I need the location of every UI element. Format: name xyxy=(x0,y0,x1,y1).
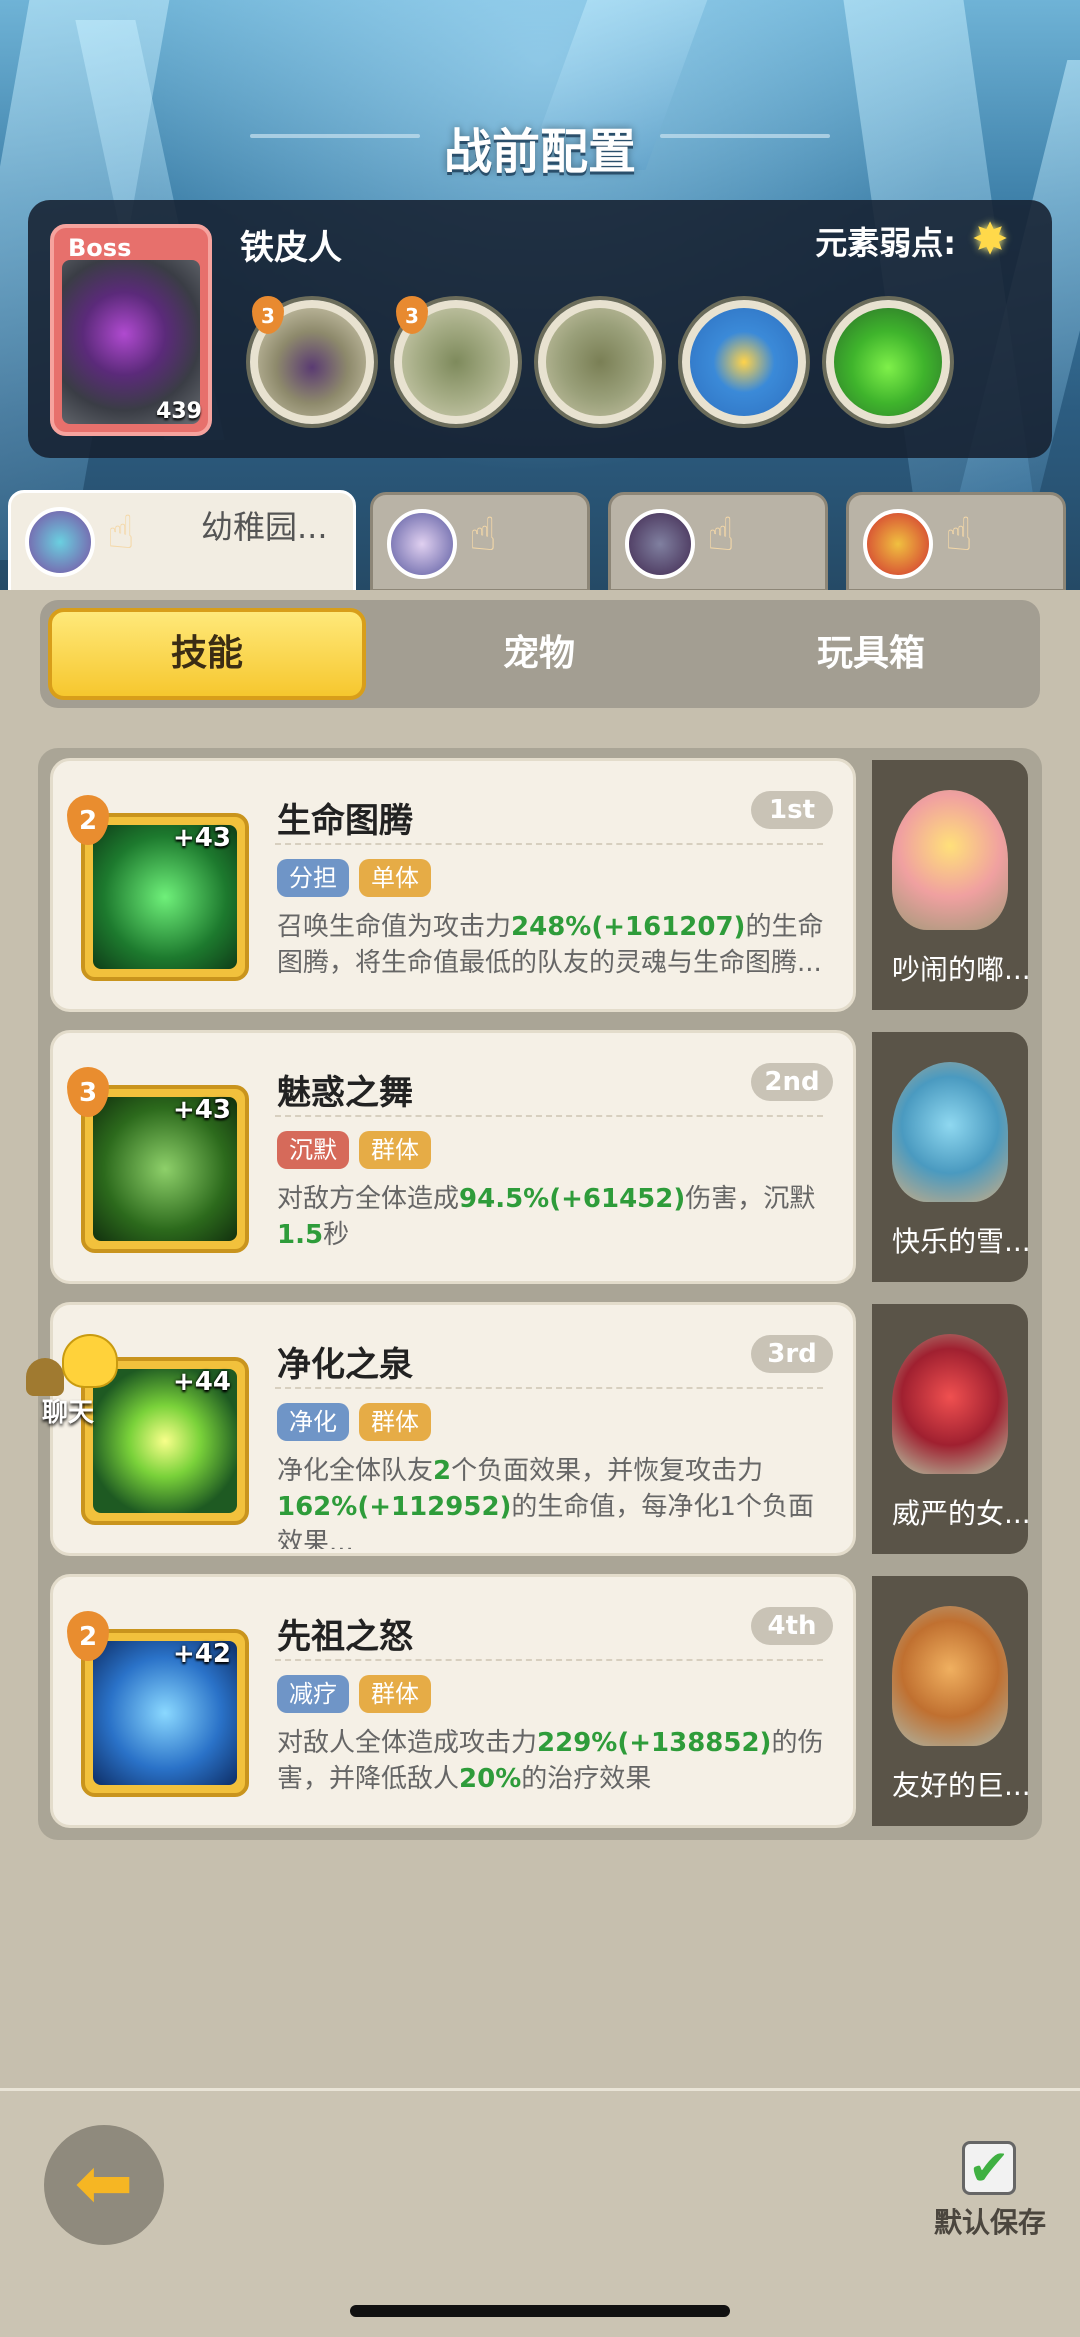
pet-card-2[interactable]: 快乐的雪... xyxy=(872,1032,1031,1282)
pet-name: 吵闹的嘟... xyxy=(892,953,1031,986)
page-title: 战前配置 xyxy=(443,124,636,180)
hand-point-icon: ☝ xyxy=(707,507,736,561)
skill-tag: 单体 xyxy=(359,859,431,897)
skill-title: 先祖之怒 xyxy=(277,1617,413,1657)
mossy-body-icon[interactable] xyxy=(538,300,662,424)
home-indicator xyxy=(350,2305,730,2317)
skill-bonus: +44 xyxy=(173,1367,231,1397)
team-tab-1[interactable]: ☝ 幼稚园... xyxy=(8,490,356,590)
skill-description: 召唤生命值为攻击力248%(+161207)的生命图腾，将生命值最低的队友的灵魂… xyxy=(277,912,824,978)
team-avatar xyxy=(25,507,95,577)
boss-portrait-card[interactable]: Boss 439 xyxy=(50,224,212,436)
pet-name: 快乐的雪... xyxy=(892,1225,1031,1258)
skill-tag: 群体 xyxy=(359,1675,431,1713)
default-save-checkbox[interactable]: ✔ xyxy=(962,2141,1016,2195)
team-avatar xyxy=(625,509,695,579)
skill-description: 净化全体队友2个负面效果，并恢复攻击力162%(+112952)的生命值，每净化… xyxy=(277,1456,814,1549)
hourglass-icon[interactable] xyxy=(682,300,806,424)
chat-face-icon xyxy=(62,1334,118,1388)
skill-bonus: +42 xyxy=(173,1639,231,1669)
claw-armor-icon[interactable]: 3 xyxy=(250,296,374,424)
back-arrow-icon[interactable]: ⬅ xyxy=(44,2125,164,2245)
skill-rank-badge: 4th xyxy=(751,1607,833,1645)
skill-rank-badge: 1st xyxy=(751,791,833,829)
skill-title: 魅惑之舞 xyxy=(277,1073,413,1113)
divider xyxy=(275,1659,823,1661)
skill-description: 对敌方全体造成94.5%(+61452)伤害，沉默1.5秒 xyxy=(277,1184,816,1250)
divider xyxy=(275,843,823,845)
pet-name: 友好的巨... xyxy=(892,1769,1031,1802)
hand-point-icon: ☝ xyxy=(945,507,974,561)
tab-pets[interactable]: 宠物 xyxy=(380,608,698,700)
team-tab-3[interactable]: ☝ xyxy=(608,492,828,590)
pet-card-3[interactable]: 威严的女... xyxy=(872,1304,1031,1554)
hand-point-icon: ☝ xyxy=(107,505,136,559)
boss-skill-level-badge: 3 xyxy=(396,296,428,334)
chat-button[interactable]: 聊天 xyxy=(26,1334,118,1428)
category-segmented-control: 技能 宠物 玩具箱 xyxy=(40,600,1040,708)
skill-card-2[interactable]: 3 +43 魅惑之舞 2nd 沉默 群体 对敌方全体造成94.5%(+61452… xyxy=(50,1030,856,1284)
skill-card-1[interactable]: 2 +43 生命图腾 1st 分担 单体 召唤生命值为攻击力248%(+1612… xyxy=(50,758,856,1012)
team-avatar xyxy=(863,509,933,579)
pet-card-1[interactable]: 吵闹的嘟... xyxy=(872,760,1031,1010)
pet-art xyxy=(892,790,1008,930)
chat-label: 聊天 xyxy=(42,1398,95,1428)
skill-tag: 沉默 xyxy=(277,1131,349,1169)
boss-info-panel: Boss 439 铁皮人 元素弱点: ✸ 3 3 xyxy=(28,200,1052,458)
boss-name: 铁皮人 xyxy=(240,228,342,268)
pet-card-4[interactable]: 友好的巨... xyxy=(872,1576,1031,1826)
team-tab-4[interactable]: ☝ xyxy=(846,492,1066,590)
default-save-label: 默认保存 xyxy=(934,2206,1047,2239)
star-burst-icon[interactable]: ✸ xyxy=(966,216,1014,264)
skill-rank-badge: 3rd xyxy=(751,1335,833,1373)
boss-tag: Boss xyxy=(68,234,132,262)
skill-description: 对敌人全体造成攻击力229%(+138852)的伤害，并降低敌人20%的治疗效果 xyxy=(277,1728,824,1794)
shield-face-icon[interactable]: 3 xyxy=(394,296,518,424)
divider xyxy=(275,1115,823,1117)
skill-tag: 群体 xyxy=(359,1403,431,1441)
team-avatar xyxy=(387,509,457,579)
skill-tag: 群体 xyxy=(359,1131,431,1169)
pet-name: 威严的女... xyxy=(892,1497,1031,1530)
skill-card-3[interactable]: +44 净化之泉 3rd 净化 群体 净化全体队友2个负面效果，并恢复攻击力16… xyxy=(50,1302,856,1556)
boss-skill-level-badge: 3 xyxy=(252,296,284,334)
team-name: 幼稚园... xyxy=(201,508,328,546)
pet-art xyxy=(892,1606,1008,1746)
element-weakness-label: 元素弱点: xyxy=(815,224,956,262)
green-slime-icon[interactable] xyxy=(826,300,950,424)
chat-ghost-icon xyxy=(26,1358,64,1396)
skill-card-4[interactable]: 2 +42 先祖之怒 4th 减疗 群体 对敌人全体造成攻击力229%(+138… xyxy=(50,1574,856,1828)
skill-bonus: +43 xyxy=(173,823,231,853)
hand-point-icon: ☝ xyxy=(469,507,498,561)
skill-tag: 减疗 xyxy=(277,1675,349,1713)
bottom-bar: ⬅ ✔ 默认保存 xyxy=(0,2088,1080,2337)
skill-rank-badge: 2nd xyxy=(751,1063,833,1101)
tab-skills[interactable]: 技能 xyxy=(48,608,366,700)
boss-level: 439 xyxy=(156,399,202,424)
skill-tag: 净化 xyxy=(277,1403,349,1441)
tab-toybox[interactable]: 玩具箱 xyxy=(712,608,1030,700)
skill-title: 生命图腾 xyxy=(277,801,413,841)
skill-tag: 分担 xyxy=(277,859,349,897)
divider xyxy=(275,1387,823,1389)
pet-art xyxy=(892,1062,1008,1202)
skill-bonus: +43 xyxy=(173,1095,231,1125)
team-tab-2[interactable]: ☝ xyxy=(370,492,590,590)
pet-art xyxy=(892,1334,1008,1474)
battle-scene-background: 战前配置 Boss 439 铁皮人 元素弱点: ✸ 3 3 ☝ 幼稚园... ☝… xyxy=(0,0,1080,590)
skill-title: 净化之泉 xyxy=(277,1345,413,1385)
